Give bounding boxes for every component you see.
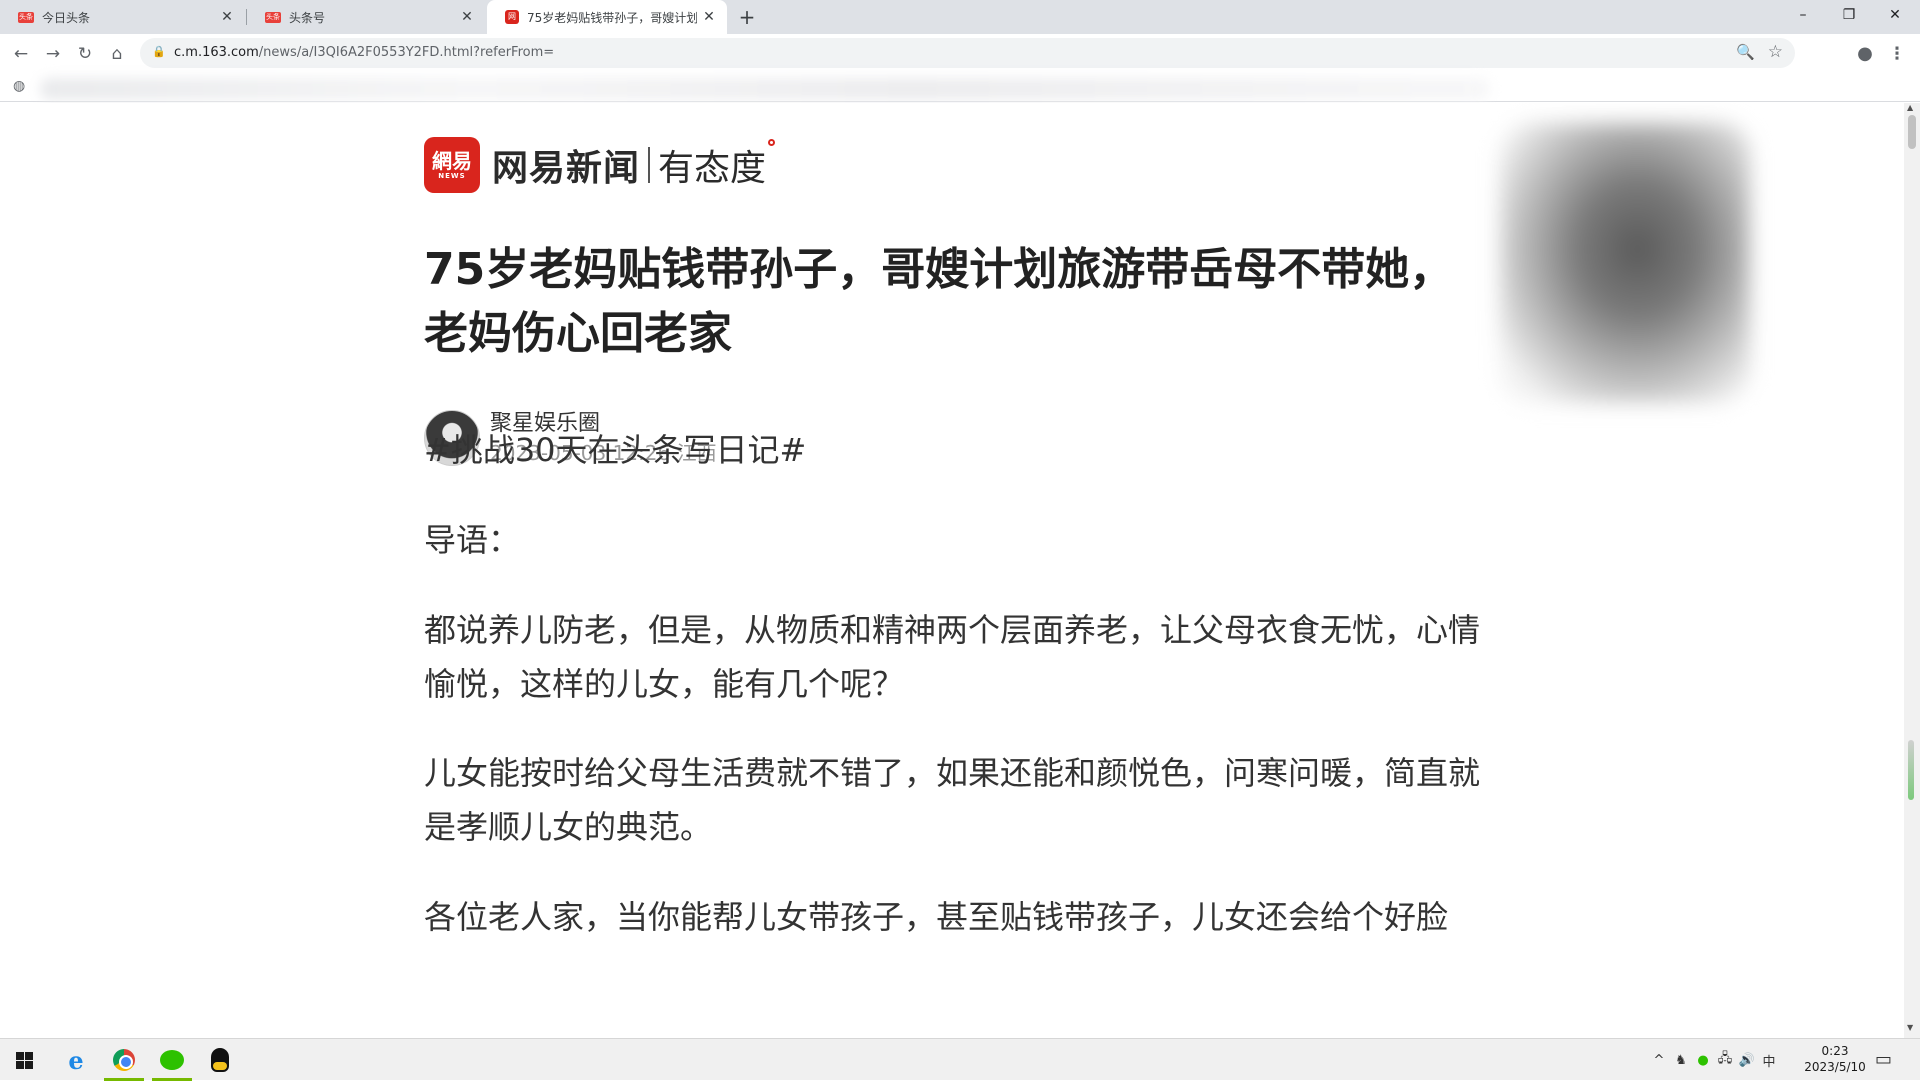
- clock-time: 0:23: [1821, 1044, 1849, 1058]
- tab-title: 75岁老妈贴钱带孙子，哥嫂计划: [527, 10, 697, 25]
- toutiao-favicon-icon: 头条: [265, 11, 281, 23]
- intro-label: 导语：: [424, 521, 521, 559]
- system-tray: ^ ♞ ● 🖧 🔊 中: [1648, 1039, 1780, 1081]
- vertical-scrollbar[interactable]: ▲ ▼: [1904, 103, 1920, 1038]
- url-text[interactable]: c.m.163.com/news/a/I3QI6A2F0553Y2FD.html…: [174, 45, 554, 60]
- lock-icon[interactable]: 🔒: [152, 45, 166, 58]
- registered-mark-icon: [768, 139, 776, 146]
- internet-explorer-icon: e: [68, 1045, 84, 1075]
- chrome-icon: [113, 1049, 135, 1071]
- home-icon[interactable]: ⌂: [106, 43, 128, 65]
- show-hidden-icons-icon[interactable]: ^: [1648, 1053, 1670, 1068]
- scroll-down-icon[interactable]: ▼: [1907, 1023, 1913, 1032]
- scroll-thumb[interactable]: [1908, 115, 1916, 149]
- close-icon[interactable]: ✕: [219, 9, 235, 25]
- badge-text: 網易: [432, 149, 472, 173]
- qq-penguin-icon: [211, 1048, 229, 1072]
- restore-button[interactable]: ❐: [1826, 0, 1872, 30]
- clock-date: 2023/5/10: [1804, 1060, 1866, 1074]
- network-icon[interactable]: 🖧: [1714, 1049, 1736, 1071]
- zoom-icon[interactable]: 🔍: [1736, 43, 1755, 61]
- blurred-advertisement: [1500, 123, 1750, 403]
- taskbar-chrome[interactable]: [100, 1039, 148, 1081]
- globe-icon[interactable]: ◍: [13, 78, 25, 94]
- start-button[interactable]: [0, 1039, 48, 1081]
- bookmark-star-icon[interactable]: ☆: [1768, 42, 1783, 62]
- tab-netease-article[interactable]: 网易 75岁老妈贴钱带孙子，哥嫂计划 ✕: [487, 0, 727, 35]
- url-path: /news/a/I3QI6A2F0553Y2FD.html?referFrom=: [258, 45, 555, 60]
- menu-icon[interactable]: ⋮: [1886, 43, 1908, 65]
- wechat-tray-icon[interactable]: ●: [1692, 1053, 1714, 1068]
- brand-divider: [648, 147, 651, 183]
- page-viewport: 網易 NEWS 网易新闻 有态度 75岁老妈贴钱带孙子，哥嫂计划旅游带岳母不带她…: [0, 103, 1904, 1038]
- profile-icon[interactable]: ●: [1854, 43, 1876, 65]
- address-bar[interactable]: 🔒 c.m.163.com/news/a/I3QI6A2F0553Y2FD.ht…: [140, 38, 1795, 68]
- close-icon[interactable]: ✕: [459, 9, 475, 25]
- tab-toutiao[interactable]: 头条 今日头条 ✕: [0, 0, 245, 34]
- app-tray-icon[interactable]: ♞: [1670, 1053, 1692, 1068]
- body-paragraph: 各位老人家，当你能帮儿女带孩子，甚至贴钱带孩子，儿女还会给个好脸: [424, 898, 1449, 936]
- input-method-icon[interactable]: 中: [1758, 1051, 1780, 1070]
- reload-icon[interactable]: ↻: [74, 43, 96, 65]
- scroll-up-icon[interactable]: ▲: [1907, 103, 1913, 112]
- hashtag-paragraph[interactable]: #挑战30天在头条写日记#: [424, 423, 1484, 477]
- forward-icon[interactable]: →: [42, 43, 64, 65]
- tab-toutiaohao[interactable]: 头条 头条号 ✕: [247, 0, 485, 34]
- badge-subtext: NEWS: [438, 172, 466, 180]
- volume-icon[interactable]: 🔊: [1736, 1053, 1758, 1068]
- side-scroll-indicator: [1908, 740, 1914, 800]
- close-window-button[interactable]: ✕: [1872, 0, 1918, 30]
- blurred-bookmarks: [40, 78, 1490, 100]
- windows-taskbar: e ^ ♞ ● 🖧 🔊 中 0:23 2023/5/10 ▭: [0, 1038, 1920, 1081]
- tab-title: 今日头条: [42, 10, 91, 25]
- body-paragraph: 都说养儿防老，但是，从物质和精神两个层面养老，让父母衣食无忧，心情愉悦，这样的儿…: [424, 611, 1481, 703]
- netease-badge-icon: 網易 NEWS: [424, 137, 480, 193]
- browser-toolbar: ← → ↻ ⌂ 🔒 c.m.163.com/news/a/I3QI6A2F055…: [0, 34, 1920, 72]
- system-clock[interactable]: 0:23 2023/5/10: [1795, 1043, 1875, 1075]
- article-title: 75岁老妈贴钱带孙子，哥嫂计划旅游带岳母不带她，老妈伤心回老家: [424, 244, 1454, 359]
- minimize-button[interactable]: –: [1780, 0, 1826, 30]
- url-host: c.m.163.com: [174, 45, 259, 60]
- close-icon[interactable]: ✕: [701, 9, 717, 25]
- new-tab-button[interactable]: +: [735, 5, 759, 29]
- taskbar-ie[interactable]: e: [52, 1039, 100, 1081]
- windows-logo-icon: [15, 1051, 33, 1069]
- taskbar-qq[interactable]: [196, 1039, 244, 1081]
- tab-strip: 头条 今日头条 ✕ 头条 头条号 ✕ 网易 75岁老妈贴钱带孙子，哥嫂计划 ✕ …: [0, 0, 1920, 35]
- taskbar-wechat[interactable]: [148, 1039, 196, 1081]
- back-icon[interactable]: ←: [10, 43, 32, 65]
- brand-slogan: 有态度: [658, 148, 767, 189]
- toutiao-favicon-icon: 头条: [18, 11, 34, 23]
- wechat-icon: [160, 1050, 184, 1070]
- netease-favicon-icon: 网易: [505, 10, 519, 35]
- bookmarks-bar: ◍: [0, 72, 1920, 102]
- body-paragraph: 儿女能按时给父母生活费就不错了，如果还能和颜悦色，问寒问暖，简直就是孝顺儿女的典…: [424, 754, 1481, 846]
- netease-news-logo[interactable]: 網易 NEWS 网易新闻 有态度: [424, 137, 776, 193]
- tab-title: 头条号: [289, 10, 326, 25]
- brand-name: 网易新闻: [492, 148, 641, 189]
- notification-center-icon[interactable]: ▭: [1875, 1049, 1892, 1070]
